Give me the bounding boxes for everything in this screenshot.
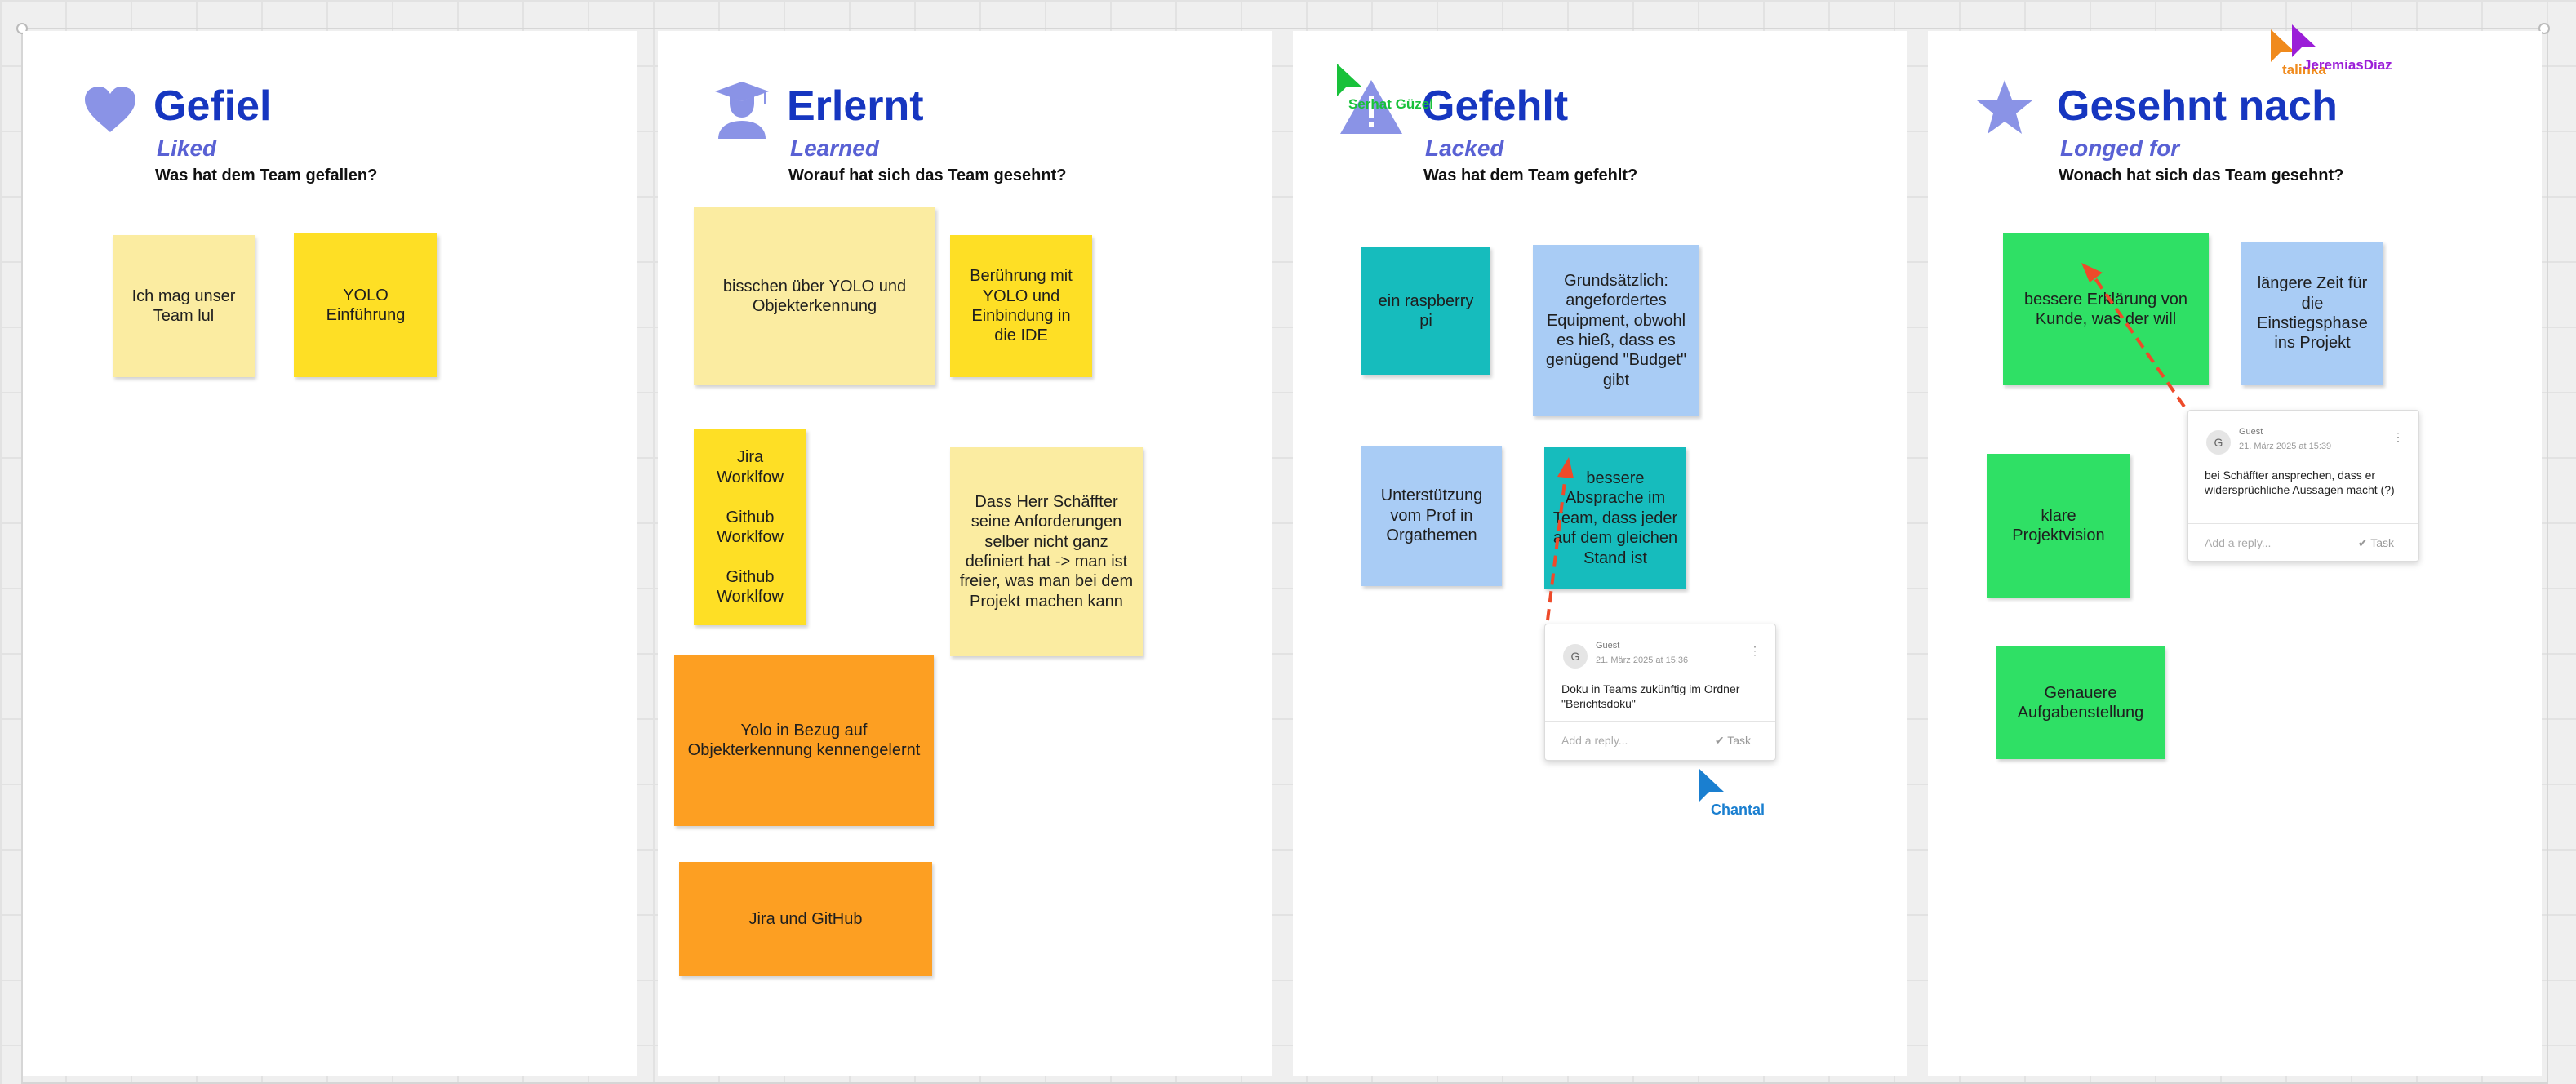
cursor-label: JeremiasDiaz (2303, 57, 2392, 73)
avatar: G (1563, 644, 1588, 669)
comment-card[interactable]: G Guest 21. März 2025 at 15:36 ⋮ Doku in… (1544, 624, 1776, 761)
cursor-label: Serhat Güzel (1348, 96, 1433, 112)
avatar: G (2206, 430, 2231, 455)
comment-card[interactable]: G Guest 21. März 2025 at 15:39 ⋮ bei Sch… (2187, 410, 2419, 562)
comment-timestamp: 21. März 2025 at 15:36 (1596, 655, 1689, 665)
more-options-icon[interactable]: ⋮ (2392, 430, 2404, 444)
check-circle-icon: ✔ (2357, 536, 2371, 549)
task-button[interactable]: ✔ Task (2358, 536, 2394, 550)
more-options-icon[interactable]: ⋮ (1749, 644, 1761, 658)
task-button[interactable]: ✔ Task (1715, 734, 1751, 748)
divider (2188, 523, 2418, 524)
comment-author: Guest (1596, 641, 1620, 651)
check-circle-icon: ✔ (1714, 734, 1728, 747)
comment-text: Doku in Teams zukünftig im Ordner "Beric… (1561, 682, 1740, 711)
cursor-label: Chantal (1711, 802, 1765, 818)
reply-input[interactable]: Add a reply... (1561, 734, 1628, 747)
comment-author: Guest (2239, 427, 2263, 437)
comment-timestamp: 21. März 2025 at 15:39 (2239, 442, 2332, 451)
reply-input[interactable]: Add a reply... (2205, 536, 2271, 549)
comment-text: bei Schäffter ansprechen, dass er widers… (2205, 469, 2395, 497)
divider (1545, 721, 1775, 722)
